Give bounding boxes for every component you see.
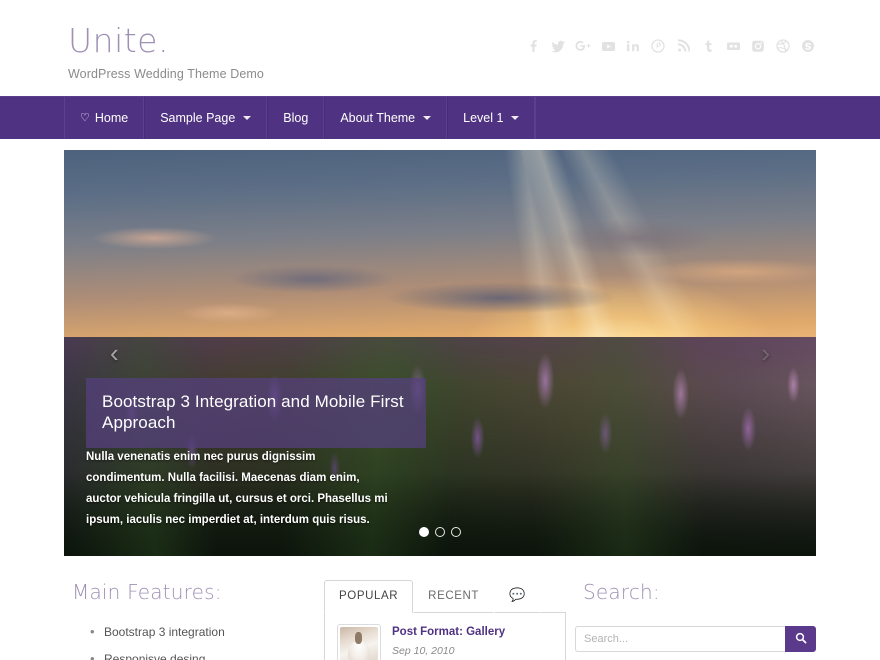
search-input[interactable] xyxy=(575,626,785,652)
list-item: Responisve desing xyxy=(90,651,302,660)
post-thumbnail[interactable] xyxy=(337,624,381,660)
nav-item-label: Sample Page xyxy=(160,111,236,125)
nav-spacer xyxy=(535,97,880,139)
carousel-prev-arrow[interactable]: ‹ xyxy=(110,340,119,366)
nav-item-label: Home xyxy=(94,111,129,125)
youtube-icon[interactable] xyxy=(598,36,618,56)
skype-icon[interactable] xyxy=(798,36,818,56)
facebook-icon[interactable] xyxy=(523,36,543,56)
list-item[interactable]: Post Format: Gallery Sep 10, 2010 xyxy=(337,624,553,660)
tabs-nav: POPULAR RECENT 💬 xyxy=(324,580,566,613)
list-item: Bootstrap 3 integration xyxy=(90,624,302,640)
nav-item-home[interactable]: ♡ Home xyxy=(64,97,145,139)
nav-item-level-1[interactable]: Level 1 xyxy=(447,97,536,139)
carousel-caption: Bootstrap 3 Integration and Mobile First… xyxy=(86,378,426,448)
nav-item-blog[interactable]: Blog xyxy=(267,97,325,139)
nav-item-label: Level 1 xyxy=(463,111,504,125)
chevron-down-icon xyxy=(511,116,520,120)
carousel-indicator-3[interactable] xyxy=(451,527,461,537)
search-form xyxy=(575,626,816,652)
twitter-icon[interactable] xyxy=(548,36,568,56)
features-list: Bootstrap 3 integration Responisve desin… xyxy=(90,624,302,660)
tumblr-icon[interactable] xyxy=(698,36,718,56)
nav-item-label: Blog xyxy=(283,111,309,125)
carousel-indicator-2[interactable] xyxy=(435,527,445,537)
chevron-down-icon xyxy=(423,116,432,120)
flickr-icon[interactable] xyxy=(723,36,743,56)
post-meta: Post Format: Gallery Sep 10, 2010 xyxy=(392,624,505,660)
instagram-icon[interactable] xyxy=(748,36,768,56)
page-container: Bootstrap 3 Integration and Mobile First… xyxy=(64,150,816,660)
search-title: Search: xyxy=(583,580,660,604)
content-row: Main Features: Bootstrap 3 integration R… xyxy=(64,580,816,660)
tab-popular[interactable]: POPULAR xyxy=(324,580,414,613)
pinterest-icon[interactable] xyxy=(648,36,668,56)
nav-item-sample-page[interactable]: Sample Page xyxy=(144,97,268,139)
nav-item-label: About Theme xyxy=(340,111,416,125)
rss-icon[interactable] xyxy=(673,36,693,56)
carousel-indicator-1[interactable] xyxy=(419,527,429,537)
comments-icon: 💬 xyxy=(509,587,526,602)
site-branding[interactable]: Unite. WordPress Wedding Theme Demo xyxy=(68,21,264,82)
linkedin-icon[interactable] xyxy=(623,36,643,56)
carousel-next-arrow[interactable]: › xyxy=(761,340,770,366)
social-links xyxy=(523,36,818,56)
wedding-dress-image xyxy=(340,627,378,660)
site-header: Unite. WordPress Wedding Theme Demo xyxy=(0,0,880,96)
carousel-indicators xyxy=(64,527,816,537)
chevron-down-icon xyxy=(243,116,252,120)
post-date: Sep 10, 2010 xyxy=(392,645,455,657)
nav-items: ♡ Home Sample Page Blog About Theme Leve… xyxy=(64,97,536,139)
tabs-widget: POPULAR RECENT 💬 Post Format: Gallery Se… xyxy=(324,580,566,660)
tab-recent[interactable]: RECENT xyxy=(413,580,495,613)
site-title: Unite. xyxy=(68,21,169,60)
nav-item-about-theme[interactable]: About Theme xyxy=(324,97,448,139)
carousel-caption-text: Nulla venenatis enim nec purus dignissim… xyxy=(86,451,388,526)
tab-panel-popular: Post Format: Gallery Sep 10, 2010 xyxy=(324,613,566,660)
features-widget: Main Features: Bootstrap 3 integration R… xyxy=(64,580,316,660)
main-navigation: ♡ Home Sample Page Blog About Theme Leve… xyxy=(0,96,880,139)
carousel-caption-title: Bootstrap 3 Integration and Mobile First… xyxy=(102,392,404,432)
dribbble-icon[interactable] xyxy=(773,36,793,56)
search-submit-button[interactable] xyxy=(785,626,816,652)
heart-icon: ♡ xyxy=(80,111,90,124)
posts-tabs-widget: POPULAR RECENT 💬 Post Format: Gallery Se… xyxy=(316,580,566,660)
tab-comments[interactable]: 💬 xyxy=(494,578,541,613)
google-plus-icon[interactable] xyxy=(573,36,593,56)
hero-carousel[interactable]: Bootstrap 3 Integration and Mobile First… xyxy=(64,150,816,556)
tabs-spacer xyxy=(540,612,566,613)
search-icon xyxy=(795,632,807,647)
post-title-link[interactable]: Post Format: Gallery xyxy=(392,625,505,639)
page-root: Unite. WordPress Wedding Theme Demo ♡ Ho… xyxy=(0,0,880,660)
features-title: Main Features: xyxy=(72,580,222,604)
site-tagline: WordPress Wedding Theme Demo xyxy=(68,67,264,81)
search-widget: Search: xyxy=(566,580,816,660)
